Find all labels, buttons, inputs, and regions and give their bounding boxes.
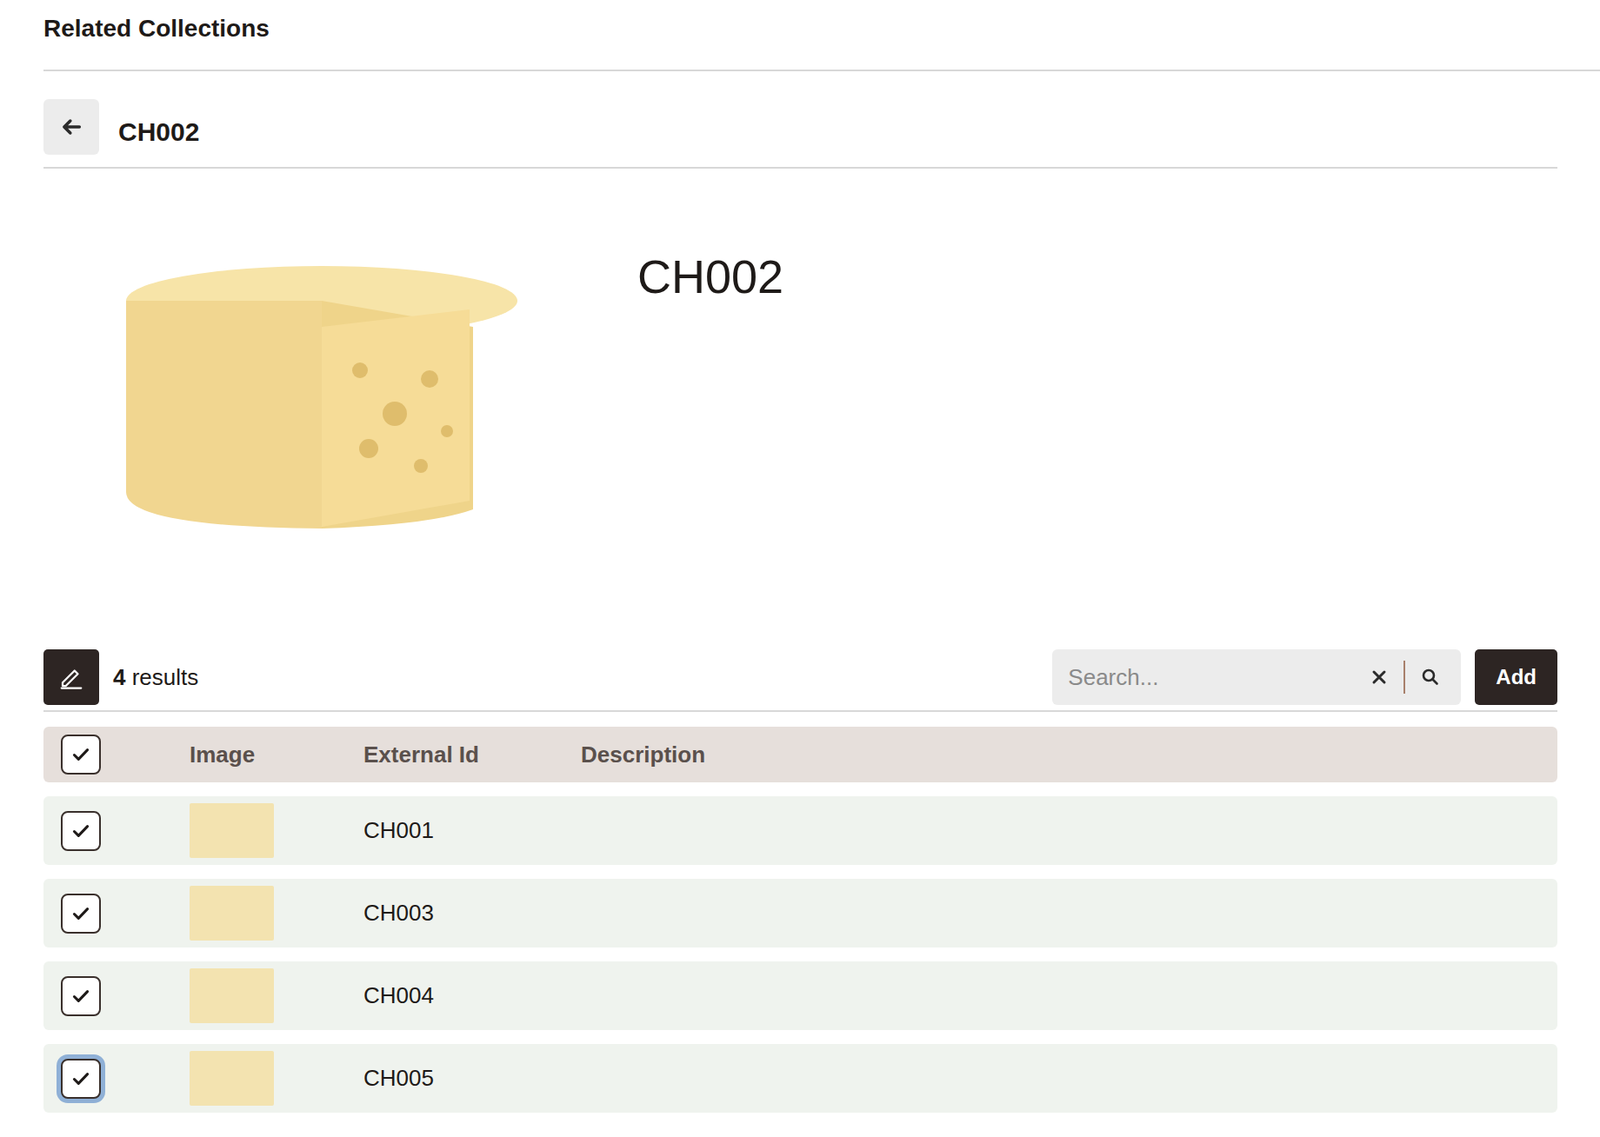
search-button[interactable] <box>1413 664 1447 691</box>
row-checkbox[interactable] <box>60 893 101 934</box>
row-thumbnail <box>189 968 274 1024</box>
toolbar: 4 results Add <box>43 649 1558 713</box>
external-id-cell: CH005 <box>347 1065 566 1093</box>
external-id-cell: CH001 <box>347 817 566 845</box>
check-icon <box>69 985 93 1008</box>
check-icon <box>69 743 93 767</box>
row-thumbnail <box>189 1051 274 1107</box>
row-checkbox[interactable] <box>60 1059 101 1100</box>
search-field <box>1052 649 1461 706</box>
close-icon <box>1370 668 1388 687</box>
pencil-icon <box>58 664 85 691</box>
cheese-image <box>81 248 562 581</box>
row-checkbox[interactable] <box>60 811 101 852</box>
table-row[interactable]: CH003 <box>43 879 1558 948</box>
related-collections-page: Related Collections CH002 CH002 4 results Ad… <box>0 0 1600 1114</box>
search-input[interactable] <box>1066 663 1364 693</box>
row-thumbnail <box>189 886 274 941</box>
item-detail: CH002 <box>43 168 1558 620</box>
breadcrumb-title: CH002 <box>118 106 200 147</box>
table-row[interactable]: CH004 <box>43 961 1558 1031</box>
column-header[interactable]: Description <box>565 741 1558 769</box>
search-icon <box>1420 667 1440 687</box>
row-thumbnail <box>189 803 274 859</box>
collection-panel: CH002 CH002 4 results Add ImageExternal IdDe… <box>43 99 1558 1114</box>
column-header[interactable]: Image <box>173 741 348 769</box>
page-title: Related Collections <box>43 0 1600 72</box>
related-table: ImageExternal IdDescription CH001 CH003 CH0… <box>43 726 1558 1114</box>
table-header: ImageExternal IdDescription <box>43 726 1558 783</box>
add-button[interactable]: Add <box>1474 649 1558 706</box>
select-all-checkbox[interactable] <box>60 734 101 775</box>
external-id-cell: CH003 <box>347 900 566 927</box>
table-row[interactable]: CH005 <box>43 1044 1558 1114</box>
edit-button[interactable] <box>43 649 100 706</box>
product-image <box>43 210 600 620</box>
back-button[interactable] <box>43 99 100 155</box>
breadcrumb: CH002 <box>43 99 1558 169</box>
check-icon <box>69 902 93 926</box>
column-header[interactable]: External Id <box>347 741 566 769</box>
check-icon <box>69 820 93 843</box>
arrow-left-icon <box>59 114 84 140</box>
external-id-cell: CH004 <box>347 982 566 1010</box>
row-checkbox[interactable] <box>60 976 101 1017</box>
table-row[interactable]: CH001 <box>43 796 1558 866</box>
result-count: 4 results <box>113 664 199 692</box>
check-icon <box>69 1067 93 1091</box>
search-divider <box>1403 660 1406 694</box>
clear-button[interactable] <box>1363 665 1395 690</box>
item-title: CH002 <box>637 248 784 620</box>
